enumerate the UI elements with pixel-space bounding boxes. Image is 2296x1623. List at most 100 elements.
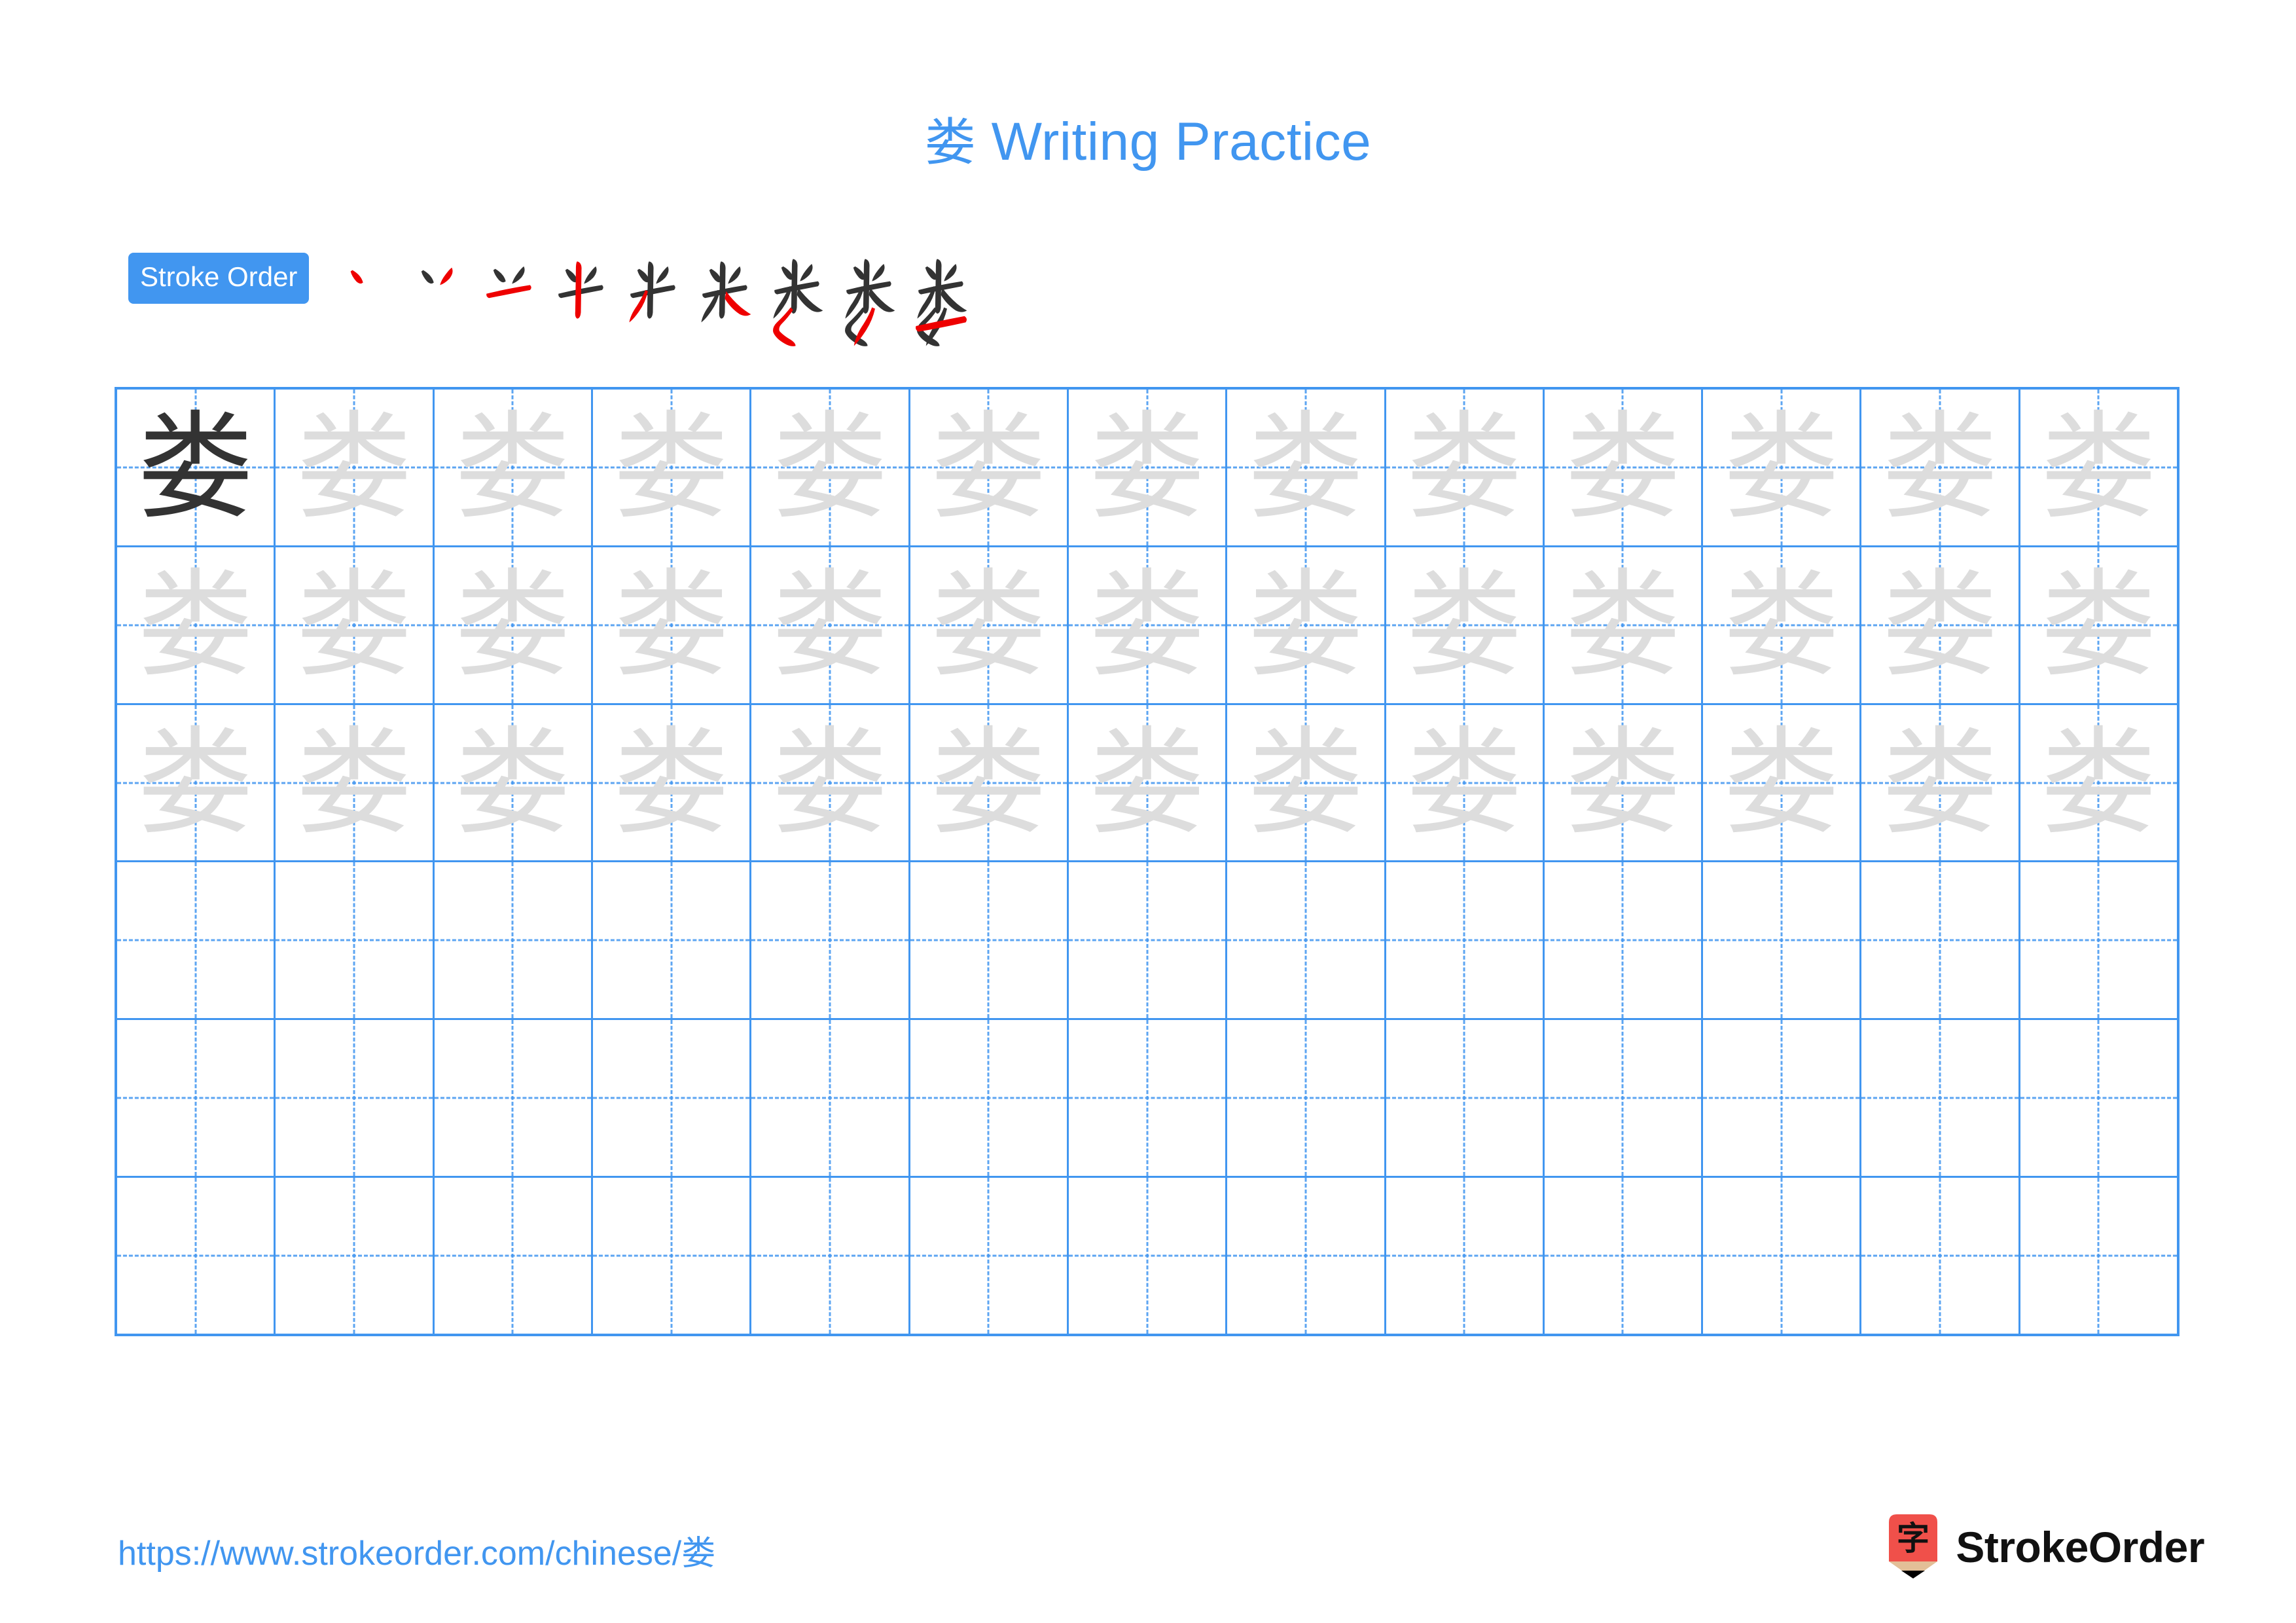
stroke-step-4-icon bbox=[558, 261, 604, 319]
tracing-character: 娄 bbox=[930, 399, 1047, 535]
practice-cell-r5-c2[interactable] bbox=[276, 1020, 435, 1176]
practice-cell-r5-c4[interactable] bbox=[593, 1020, 752, 1176]
practice-cell-r6-c10[interactable] bbox=[1545, 1178, 1704, 1334]
model-character: 娄 bbox=[137, 399, 254, 535]
practice-cell-r2-c11[interactable]: 娄 bbox=[1703, 547, 1862, 703]
practice-cell-r3-c8[interactable]: 娄 bbox=[1227, 704, 1386, 861]
practice-cell-r4-c9[interactable] bbox=[1386, 862, 1545, 1019]
practice-cell-r5-c6[interactable] bbox=[910, 1020, 1069, 1176]
practice-cell-r6-c9[interactable] bbox=[1386, 1178, 1545, 1334]
practice-cell-r6-c5[interactable] bbox=[751, 1178, 910, 1334]
practice-cell-r5-c9[interactable] bbox=[1386, 1020, 1545, 1176]
practice-cell-r1-c6[interactable]: 娄 bbox=[910, 390, 1069, 545]
practice-cell-r3-c6[interactable]: 娄 bbox=[910, 704, 1069, 861]
empty-character-slot bbox=[1227, 1020, 1384, 1176]
practice-cell-r5-c5[interactable] bbox=[751, 1020, 910, 1176]
empty-character-slot bbox=[593, 1178, 749, 1334]
practice-cell-r4-c4[interactable] bbox=[593, 862, 752, 1019]
practice-cell-r6-c2[interactable] bbox=[276, 1178, 435, 1334]
practice-cell-r4-c12[interactable] bbox=[1861, 862, 2020, 1019]
practice-cell-r4-c6[interactable] bbox=[910, 862, 1069, 1019]
practice-cell-r2-c4[interactable]: 娄 bbox=[593, 547, 752, 703]
tracing-character: 娄 bbox=[137, 556, 254, 693]
practice-cell-r1-c13[interactable]: 娄 bbox=[2020, 390, 2177, 545]
practice-cell-r1-c5[interactable]: 娄 bbox=[751, 390, 910, 545]
practice-cell-r3-c9[interactable]: 娄 bbox=[1386, 704, 1545, 861]
practice-cell-r1-c11[interactable]: 娄 bbox=[1703, 390, 1862, 545]
practice-cell-r4-c2[interactable] bbox=[276, 862, 435, 1019]
tracing-character: 娄 bbox=[930, 556, 1047, 693]
practice-cell-r2-c12[interactable]: 娄 bbox=[1861, 547, 2020, 703]
practice-cell-r6-c8[interactable] bbox=[1227, 1178, 1386, 1334]
practice-cell-r2-c6[interactable]: 娄 bbox=[910, 547, 1069, 703]
stroke-step-8-icon bbox=[845, 259, 895, 346]
practice-cell-r5-c11[interactable] bbox=[1703, 1020, 1862, 1176]
practice-cell-r5-c3[interactable] bbox=[435, 1020, 593, 1176]
practice-cell-r3-c5[interactable]: 娄 bbox=[751, 704, 910, 861]
practice-cell-r2-c5[interactable]: 娄 bbox=[751, 547, 910, 703]
practice-cell-r3-c1[interactable]: 娄 bbox=[117, 704, 276, 861]
practice-cell-r1-c12[interactable]: 娄 bbox=[1861, 390, 2020, 545]
practice-cell-r5-c1[interactable] bbox=[117, 1020, 276, 1176]
practice-cell-r2-c1[interactable]: 娄 bbox=[117, 547, 276, 703]
practice-grid-row bbox=[117, 1020, 2177, 1178]
practice-cell-r4-c8[interactable] bbox=[1227, 862, 1386, 1019]
practice-cell-r1-c3[interactable]: 娄 bbox=[435, 390, 593, 545]
practice-cell-r4-c13[interactable] bbox=[2020, 862, 2177, 1018]
practice-cell-r3-c10[interactable]: 娄 bbox=[1545, 704, 1704, 861]
practice-cell-r5-c8[interactable] bbox=[1227, 1020, 1386, 1176]
practice-cell-r6-c12[interactable] bbox=[1861, 1178, 2020, 1334]
tracing-character: 娄 bbox=[613, 556, 730, 693]
practice-cell-r5-c10[interactable] bbox=[1545, 1020, 1704, 1176]
practice-cell-r2-c7[interactable]: 娄 bbox=[1069, 547, 1228, 703]
practice-cell-r6-c11[interactable] bbox=[1703, 1178, 1862, 1334]
practice-cell-r4-c7[interactable] bbox=[1069, 862, 1228, 1019]
practice-cell-r3-c11[interactable]: 娄 bbox=[1703, 704, 1862, 861]
practice-cell-r2-c9[interactable]: 娄 bbox=[1386, 547, 1545, 703]
practice-cell-r3-c3[interactable]: 娄 bbox=[435, 704, 593, 861]
practice-cell-r6-c6[interactable] bbox=[910, 1178, 1069, 1334]
practice-cell-r6-c3[interactable] bbox=[435, 1178, 593, 1334]
empty-character-slot bbox=[1861, 862, 2018, 1018]
practice-cell-r2-c10[interactable]: 娄 bbox=[1545, 547, 1704, 703]
practice-cell-r3-c4[interactable]: 娄 bbox=[593, 704, 752, 861]
practice-cell-r2-c13[interactable]: 娄 bbox=[2020, 547, 2177, 703]
tracing-character: 娄 bbox=[1723, 556, 1840, 693]
stroke-step-7-icon bbox=[773, 259, 823, 346]
practice-cell-r6-c4[interactable] bbox=[593, 1178, 752, 1334]
empty-character-slot bbox=[910, 1178, 1067, 1334]
practice-cell-r1-c1[interactable]: 娄 bbox=[117, 390, 276, 545]
practice-cell-r1-c2[interactable]: 娄 bbox=[276, 390, 435, 545]
practice-cell-r1-c9[interactable]: 娄 bbox=[1386, 390, 1545, 545]
practice-cell-r3-c13[interactable]: 娄 bbox=[2020, 705, 2177, 861]
practice-cell-r2-c3[interactable]: 娄 bbox=[435, 547, 593, 703]
practice-cell-r1-c7[interactable]: 娄 bbox=[1069, 390, 1228, 545]
practice-cell-r1-c10[interactable]: 娄 bbox=[1545, 390, 1704, 545]
practice-cell-r6-c13[interactable] bbox=[2020, 1178, 2177, 1334]
practice-cell-r1-c4[interactable]: 娄 bbox=[593, 390, 752, 545]
practice-cell-r5-c7[interactable] bbox=[1069, 1020, 1228, 1176]
practice-cell-r3-c7[interactable]: 娄 bbox=[1069, 704, 1228, 861]
practice-cell-r4-c3[interactable] bbox=[435, 862, 593, 1019]
pencil-logo-icon: 字 bbox=[1889, 1514, 1938, 1578]
practice-cell-r6-c7[interactable] bbox=[1069, 1178, 1228, 1334]
practice-cell-r1-c8[interactable]: 娄 bbox=[1227, 390, 1386, 545]
practice-cell-r4-c1[interactable] bbox=[117, 862, 276, 1019]
practice-cell-r4-c5[interactable] bbox=[751, 862, 910, 1019]
practice-grid-row: 娄娄娄娄娄娄娄娄娄娄娄娄娄 bbox=[117, 704, 2177, 863]
practice-cell-r2-c8[interactable]: 娄 bbox=[1227, 547, 1386, 703]
empty-character-slot bbox=[1703, 862, 1859, 1018]
tracing-character: 娄 bbox=[1564, 714, 1681, 850]
empty-character-slot bbox=[435, 862, 591, 1018]
empty-character-slot bbox=[276, 1020, 432, 1176]
practice-cell-r5-c13[interactable] bbox=[2020, 1020, 2177, 1176]
practice-cell-r3-c12[interactable]: 娄 bbox=[1861, 704, 2020, 861]
practice-cell-r5-c12[interactable] bbox=[1861, 1020, 2020, 1176]
practice-cell-r6-c1[interactable] bbox=[117, 1178, 276, 1334]
stroke-step-1-icon bbox=[351, 270, 364, 284]
practice-cell-r2-c2[interactable]: 娄 bbox=[276, 547, 435, 703]
practice-cell-r3-c2[interactable]: 娄 bbox=[276, 704, 435, 861]
practice-cell-r4-c10[interactable] bbox=[1545, 862, 1704, 1019]
footer-url[interactable]: https://www.strokeorder.com/chinese/娄 bbox=[118, 1525, 715, 1575]
practice-cell-r4-c11[interactable] bbox=[1703, 862, 1862, 1019]
